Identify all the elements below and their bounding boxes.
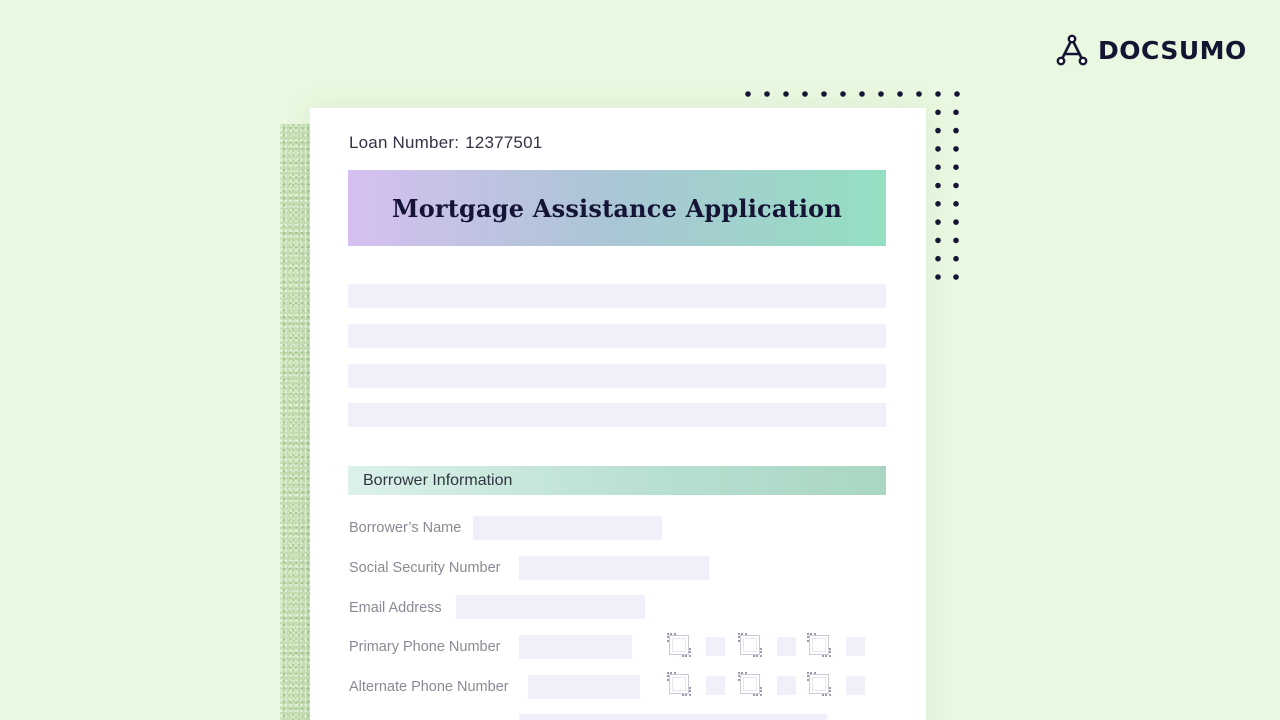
decor-dot: [953, 164, 959, 170]
decor-dot: [935, 146, 941, 152]
primary-phone-digit-box[interactable]: [706, 637, 725, 656]
decor-dot: [897, 91, 903, 97]
decor-dot: [953, 127, 959, 134]
brand-name: DOCSUMO: [1098, 35, 1247, 65]
decor-dot: [953, 255, 959, 262]
primary-phone-digit-box[interactable]: [846, 637, 865, 656]
decor-dot: [953, 109, 959, 116]
alternate-phone-checkbox-1[interactable]: [667, 672, 691, 696]
decor-dot: [935, 164, 941, 170]
primary-phone-checkbox-2[interactable]: [738, 633, 762, 657]
docsumo-logo-icon: [1056, 34, 1088, 66]
next-field-partial[interactable]: [519, 714, 827, 720]
borrower-name-field[interactable]: [473, 516, 662, 540]
decor-dot: [840, 91, 846, 97]
decor-dot: [935, 182, 941, 189]
page-canvas: DOCSUMO Loan Number: 12377501 Mortgage As…: [0, 0, 1280, 720]
alternate-phone-digit-box[interactable]: [706, 676, 725, 695]
decor-dot: [935, 237, 941, 244]
title-banner: Mortgage Assistance Application: [348, 170, 886, 246]
decor-dot: [878, 91, 884, 97]
decor-dot: [821, 91, 827, 97]
alternate-phone-checkbox-3[interactable]: [807, 672, 831, 696]
decor-dot: [764, 91, 770, 97]
decor-dot: [859, 91, 865, 97]
decor-dot: [953, 146, 959, 152]
ssn-label: Social Security Number: [349, 560, 501, 576]
section-heading-borrower-information: Borrower Information: [348, 466, 886, 495]
ssn-field[interactable]: [519, 556, 709, 580]
document-title: Mortgage Assistance Application: [391, 193, 843, 223]
decor-dot: [953, 182, 959, 189]
primary-phone-digit-box[interactable]: [777, 637, 796, 656]
loan-number: Loan Number: 12377501: [349, 133, 542, 153]
borrower-name-label: Borrower’s Name: [349, 520, 462, 536]
brand-logo: DOCSUMO: [1056, 33, 1247, 67]
alternate-phone-label: Alternate Phone Number: [349, 679, 509, 695]
decor-dot: [935, 274, 941, 280]
alternate-phone-digit-box[interactable]: [846, 676, 865, 695]
decor-dot: [916, 91, 922, 97]
placeholder-line: [348, 403, 886, 427]
primary-phone-checkbox-1[interactable]: [667, 633, 691, 657]
loan-number-label: Loan Number:: [349, 133, 460, 152]
email-label: Email Address: [349, 600, 442, 616]
decor-dot: [954, 91, 960, 97]
placeholder-line: [348, 364, 886, 388]
alternate-phone-digit-box[interactable]: [777, 676, 796, 695]
decor-dot: [935, 109, 941, 116]
decor-dot: [953, 274, 959, 280]
decor-dot: [935, 91, 941, 97]
alternate-phone-field[interactable]: [528, 675, 640, 699]
primary-phone-label: Primary Phone Number: [349, 639, 501, 655]
decor-dot: [935, 219, 941, 225]
decor-dot: [802, 91, 808, 97]
decor-dot: [745, 91, 751, 97]
email-field[interactable]: [456, 595, 645, 619]
decor-dot: [935, 127, 941, 134]
decor-dot: [783, 91, 789, 97]
decor-dot: [935, 201, 941, 207]
alternate-phone-checkbox-2[interactable]: [738, 672, 762, 696]
decor-dot: [953, 219, 959, 225]
primary-phone-checkbox-3[interactable]: [807, 633, 831, 657]
placeholder-line: [348, 324, 886, 348]
placeholder-line: [348, 284, 886, 308]
decor-dot: [935, 255, 941, 262]
section-heading-text: Borrower Information: [363, 471, 513, 489]
decor-dot: [953, 201, 959, 207]
paper-texture-strip: [280, 124, 310, 720]
decor-dot: [953, 237, 959, 244]
primary-phone-field[interactable]: [519, 635, 632, 659]
loan-number-value: 12377501: [465, 133, 543, 152]
